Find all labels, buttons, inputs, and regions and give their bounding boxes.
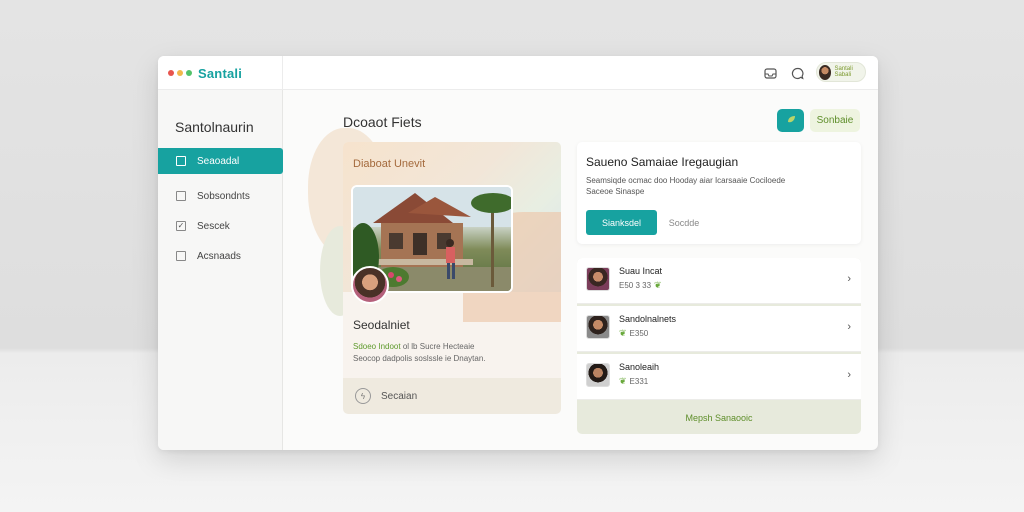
checkbox-icon[interactable] — [176, 251, 186, 261]
person-name: Suau Incat — [619, 266, 663, 276]
info-desc-line-2: Saceoe Sinaspe — [586, 187, 645, 196]
info-description: Seamsiqde ocmac doo Hooday aiar Icarsaai… — [586, 175, 846, 197]
info-card: Saueno Samaiae Iregaugian Seamsiqde ocma… — [577, 142, 861, 244]
profile-sub-rest: ol lb Sucre Hecteaie — [400, 342, 475, 351]
top-bar: Santali Santali Sabali — [158, 56, 878, 90]
info-title: Saueno Samaiae Iregaugian — [586, 155, 739, 169]
sidebar: Santolnaurin Seaoadal Sobsondnts ✓ Sesce… — [158, 90, 283, 450]
avatar — [819, 64, 832, 80]
header-action-button[interactable]: Sonbaie — [810, 109, 860, 132]
profile-avatar[interactable] — [351, 266, 389, 304]
leaf-icon: ❦ — [654, 280, 662, 290]
profile-sub-line-2: Seocop dadpolis soslssle ie Dnaytan. — [353, 354, 486, 363]
brand-area: Santali — [158, 56, 283, 90]
leaf-button[interactable] — [777, 109, 804, 132]
person-meta-value: E350 — [629, 329, 649, 338]
people-list: Suau Incat E50 3 33 ❦ › Sandolnalnets ❦ E3… — [577, 258, 861, 434]
inbox-icon[interactable] — [763, 66, 777, 80]
person-meta-value: E331 — [629, 377, 649, 386]
list-item[interactable]: Suau Incat E50 3 33 ❦ › — [577, 258, 861, 304]
lightning-icon: ϟ — [355, 388, 371, 404]
sidebar-item-2[interactable]: ✓ Sescek — [158, 213, 283, 239]
person-meta: E50 3 33 ❦ — [619, 280, 665, 291]
avatar — [586, 363, 610, 387]
sidebar-item-label: Sescek — [197, 220, 230, 232]
secondary-button[interactable]: Socdde — [659, 210, 709, 235]
sidebar-item-0[interactable]: Seaoadal — [158, 148, 283, 174]
sidebar-item-3[interactable]: Acsnaads — [158, 243, 283, 269]
avatar — [586, 315, 610, 339]
checkbox-checked-icon[interactable]: ✓ — [176, 221, 186, 231]
chat-icon[interactable] — [790, 66, 804, 80]
person-meta-value: E50 3 33 — [619, 281, 652, 290]
app-brand: Santali — [198, 65, 243, 81]
window-dot-yellow[interactable] — [177, 70, 183, 76]
chevron-right-icon[interactable]: › — [847, 321, 851, 333]
page-title: Dcoaot Fiets — [343, 114, 422, 130]
leaf-icon: ❦ — [619, 328, 627, 338]
checkbox-icon[interactable] — [176, 156, 186, 166]
app-window: Santali Santali Sabali Santolnaurin Seao… — [158, 56, 878, 450]
person-name: Sanoleaih — [619, 362, 660, 372]
leaf-icon: ❦ — [619, 376, 627, 386]
hero-label: Diaboat Unevit — [353, 158, 426, 170]
sidebar-item-label: Seaoadal — [197, 155, 240, 167]
window-dot-green[interactable] — [186, 70, 192, 76]
footer-label: Secaian — [381, 390, 418, 402]
checkbox-icon[interactable] — [176, 191, 186, 201]
primary-button[interactable]: Sianksdel — [586, 210, 657, 235]
leaf-icon — [786, 114, 796, 127]
list-item[interactable]: Sandolnalnets ❦ E350 › — [577, 306, 861, 352]
list-item[interactable]: Sanoleaih ❦ E331 › — [577, 354, 861, 400]
feature-card: Diaboat Unevit Seodalniet Sdoeo Indoot o… — [343, 142, 561, 414]
user-profile-menu[interactable]: Santali Sabali — [816, 62, 866, 82]
chevron-right-icon[interactable]: › — [847, 273, 851, 285]
sidebar-item-label: Acsnaads — [197, 250, 241, 262]
profile-description: Sdoeo Indoot ol lb Sucre Hecteaie Seocop… — [353, 341, 553, 365]
sidebar-item-1[interactable]: Sobsondnts — [158, 183, 283, 209]
feature-footer-button[interactable]: ϟ Secaian — [343, 378, 561, 414]
sidebar-item-label: Sobsondnts — [197, 190, 250, 202]
window-dot-red[interactable] — [168, 70, 174, 76]
person-meta: ❦ E350 — [619, 328, 648, 339]
sidebar-title: Santolnaurin — [175, 119, 254, 135]
profile-highlight: Sdoeo Indoot — [353, 342, 401, 351]
info-desc-line-1: Seamsiqde ocmac doo Hooday aiar Icarsaai… — [586, 176, 786, 185]
person-meta: ❦ E331 — [619, 376, 648, 387]
user-name-label: Santali Sabali — [834, 66, 853, 78]
list-footer-link[interactable]: Mepsh Sanaooic — [577, 402, 861, 434]
person-name: Sandolnalnets — [619, 314, 677, 324]
chevron-right-icon[interactable]: › — [847, 369, 851, 381]
avatar — [586, 267, 610, 291]
profile-name: Seodalniet — [353, 318, 410, 332]
